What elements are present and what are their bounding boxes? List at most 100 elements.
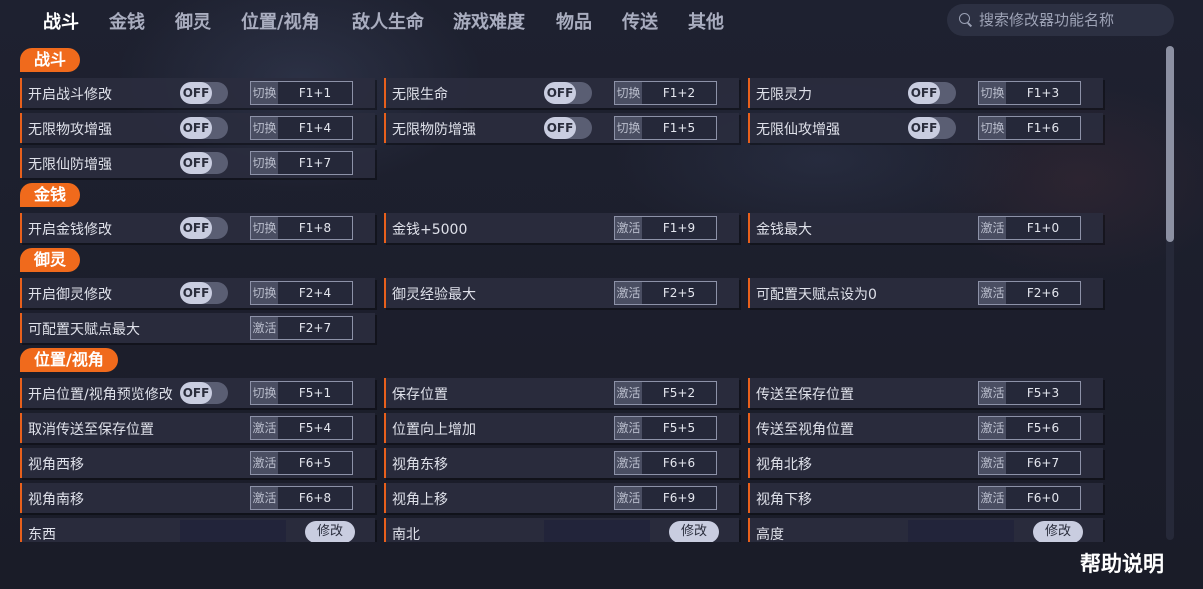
edit-button[interactable]: 修改 bbox=[1033, 521, 1083, 542]
hotkey-mode: 激活 bbox=[615, 282, 642, 304]
tab-enemy-health[interactable]: 敌人生命 bbox=[352, 8, 424, 34]
hotkey-combo: F5+4 bbox=[278, 417, 352, 439]
tab-other[interactable]: 其他 bbox=[688, 8, 724, 34]
hotkey-box[interactable]: 切换 F1+7 bbox=[250, 151, 353, 175]
scrollbar[interactable] bbox=[1166, 46, 1174, 540]
cheat-list: 战斗 开启战斗修改 OFF 切换 F1+1 无限生命 OFF 切换 F1+2 无限灵… bbox=[20, 46, 1160, 542]
hotkey-box[interactable]: 激活 F5+6 bbox=[978, 416, 1081, 440]
cheat-label: 视角北移 bbox=[756, 457, 812, 473]
tab-teleport[interactable]: 传送 bbox=[622, 8, 658, 34]
cheat-row: 视角上移 激活 F6+9 bbox=[384, 483, 739, 513]
hotkey-box[interactable]: 切换 F1+8 bbox=[250, 216, 353, 240]
hotkey-box[interactable]: 激活 F2+7 bbox=[250, 316, 353, 340]
cheat-row: 视角下移 激活 F6+0 bbox=[748, 483, 1103, 513]
hotkey-box[interactable]: 激活 F2+5 bbox=[614, 281, 717, 305]
toggle-switch[interactable]: OFF bbox=[180, 382, 228, 404]
cheat-row: 可配置天赋点设为0 激活 F2+6 bbox=[748, 278, 1103, 308]
hotkey-box[interactable]: 激活 F6+7 bbox=[978, 451, 1081, 475]
cheat-label: 传送至视角位置 bbox=[756, 422, 854, 438]
hotkey-mode: 激活 bbox=[615, 417, 642, 439]
hotkey-mode: 切换 bbox=[615, 117, 642, 139]
cheat-label: 取消传送至保存位置 bbox=[28, 422, 154, 438]
hotkey-mode: 切换 bbox=[251, 382, 278, 404]
tab-items[interactable]: 物品 bbox=[556, 8, 592, 34]
help-button[interactable]: 帮助说明 bbox=[1080, 548, 1164, 578]
hotkey-combo: F5+3 bbox=[1006, 382, 1080, 404]
scrollbar-thumb[interactable] bbox=[1166, 46, 1174, 242]
hotkey-mode: 切换 bbox=[251, 152, 278, 174]
hotkey-box[interactable]: 切换 F1+5 bbox=[614, 116, 717, 140]
hotkey-combo: F1+5 bbox=[642, 117, 716, 139]
cheat-row: 高度 修改 bbox=[748, 518, 1103, 542]
toggle-switch[interactable]: OFF bbox=[544, 82, 592, 104]
hotkey-box[interactable]: 切换 F1+6 bbox=[978, 116, 1081, 140]
value-input[interactable] bbox=[180, 520, 286, 542]
cheat-row: 金钱最大 激活 F1+0 bbox=[748, 213, 1103, 243]
hotkey-combo: F6+6 bbox=[642, 452, 716, 474]
tab-spirit[interactable]: 御灵 bbox=[175, 8, 211, 34]
tab-difficulty[interactable]: 游戏难度 bbox=[453, 8, 525, 34]
tab-position-view[interactable]: 位置/视角 bbox=[241, 8, 320, 34]
toggle-switch[interactable]: OFF bbox=[180, 282, 228, 304]
hotkey-combo: F5+2 bbox=[642, 382, 716, 404]
hotkey-box[interactable]: 切换 F1+3 bbox=[978, 81, 1081, 105]
cheat-row: 无限仙攻增强 OFF 切换 F1+6 bbox=[748, 113, 1103, 143]
cheat-row: 无限物防增强 OFF 切换 F1+5 bbox=[384, 113, 739, 143]
hotkey-mode: 激活 bbox=[979, 417, 1006, 439]
hotkey-box[interactable]: 激活 F5+2 bbox=[614, 381, 717, 405]
edit-button[interactable]: 修改 bbox=[305, 521, 355, 542]
hotkey-combo: F2+4 bbox=[278, 282, 352, 304]
hotkey-mode: 切换 bbox=[251, 282, 278, 304]
hotkey-box[interactable]: 激活 F6+6 bbox=[614, 451, 717, 475]
toggle-switch[interactable]: OFF bbox=[908, 82, 956, 104]
hotkey-mode: 激活 bbox=[979, 452, 1006, 474]
hotkey-combo: F6+0 bbox=[1006, 487, 1080, 509]
hotkey-mode: 切换 bbox=[615, 82, 642, 104]
hotkey-box[interactable]: 切换 F1+1 bbox=[250, 81, 353, 105]
hotkey-box[interactable]: 切换 F1+2 bbox=[614, 81, 717, 105]
toggle-switch[interactable]: OFF bbox=[544, 117, 592, 139]
cheat-row: 金钱+5000 激活 F1+9 bbox=[384, 213, 739, 243]
value-input[interactable] bbox=[544, 520, 650, 542]
toggle-switch[interactable]: OFF bbox=[908, 117, 956, 139]
hotkey-combo: F6+9 bbox=[642, 487, 716, 509]
cheat-label: 开启位置/视角预览修改 bbox=[28, 387, 173, 403]
cheat-label: 保存位置 bbox=[392, 387, 448, 403]
hotkey-box[interactable]: 激活 F6+9 bbox=[614, 486, 717, 510]
toggle-state: OFF bbox=[544, 117, 576, 139]
cheat-row: 取消传送至保存位置 激活 F5+4 bbox=[20, 413, 375, 443]
cheat-row: 传送至视角位置 激活 F5+6 bbox=[748, 413, 1103, 443]
toggle-switch[interactable]: OFF bbox=[180, 82, 228, 104]
hotkey-box[interactable]: 激活 F2+6 bbox=[978, 281, 1081, 305]
hotkey-box[interactable]: 激活 F1+0 bbox=[978, 216, 1081, 240]
search-bar[interactable] bbox=[947, 4, 1174, 36]
cheat-label: 无限物攻增强 bbox=[28, 122, 112, 138]
toggle-switch[interactable]: OFF bbox=[180, 117, 228, 139]
cheat-row: 传送至保存位置 激活 F5+3 bbox=[748, 378, 1103, 408]
cheat-label: 无限灵力 bbox=[756, 87, 812, 103]
hotkey-box[interactable]: 切换 F1+4 bbox=[250, 116, 353, 140]
tab-money[interactable]: 金钱 bbox=[109, 8, 145, 34]
toggle-switch[interactable]: OFF bbox=[180, 217, 228, 239]
cheat-label: 视角东移 bbox=[392, 457, 448, 473]
hotkey-box[interactable]: 激活 F6+0 bbox=[978, 486, 1081, 510]
edit-button[interactable]: 修改 bbox=[669, 521, 719, 542]
toggle-switch[interactable]: OFF bbox=[180, 152, 228, 174]
hotkey-box[interactable]: 激活 F5+4 bbox=[250, 416, 353, 440]
hotkey-box[interactable]: 激活 F6+8 bbox=[250, 486, 353, 510]
tab-combat[interactable]: 战斗 bbox=[43, 8, 79, 34]
cheat-label: 开启金钱修改 bbox=[28, 222, 112, 238]
hotkey-box[interactable]: 激活 F1+9 bbox=[614, 216, 717, 240]
hotkey-mode: 激活 bbox=[979, 382, 1006, 404]
hotkey-box[interactable]: 激活 F5+5 bbox=[614, 416, 717, 440]
hotkey-box[interactable]: 切换 F2+4 bbox=[250, 281, 353, 305]
hotkey-combo: F2+5 bbox=[642, 282, 716, 304]
cheat-row: 视角西移 激活 F6+5 bbox=[20, 448, 375, 478]
hotkey-box[interactable]: 激活 F5+3 bbox=[978, 381, 1081, 405]
cheat-label: 东西 bbox=[28, 527, 56, 542]
value-input[interactable] bbox=[908, 520, 1014, 542]
hotkey-box[interactable]: 切换 F5+1 bbox=[250, 381, 353, 405]
search-input[interactable] bbox=[979, 11, 1169, 29]
hotkey-box[interactable]: 激活 F6+5 bbox=[250, 451, 353, 475]
cheat-row: 无限生命 OFF 切换 F1+2 bbox=[384, 78, 739, 108]
